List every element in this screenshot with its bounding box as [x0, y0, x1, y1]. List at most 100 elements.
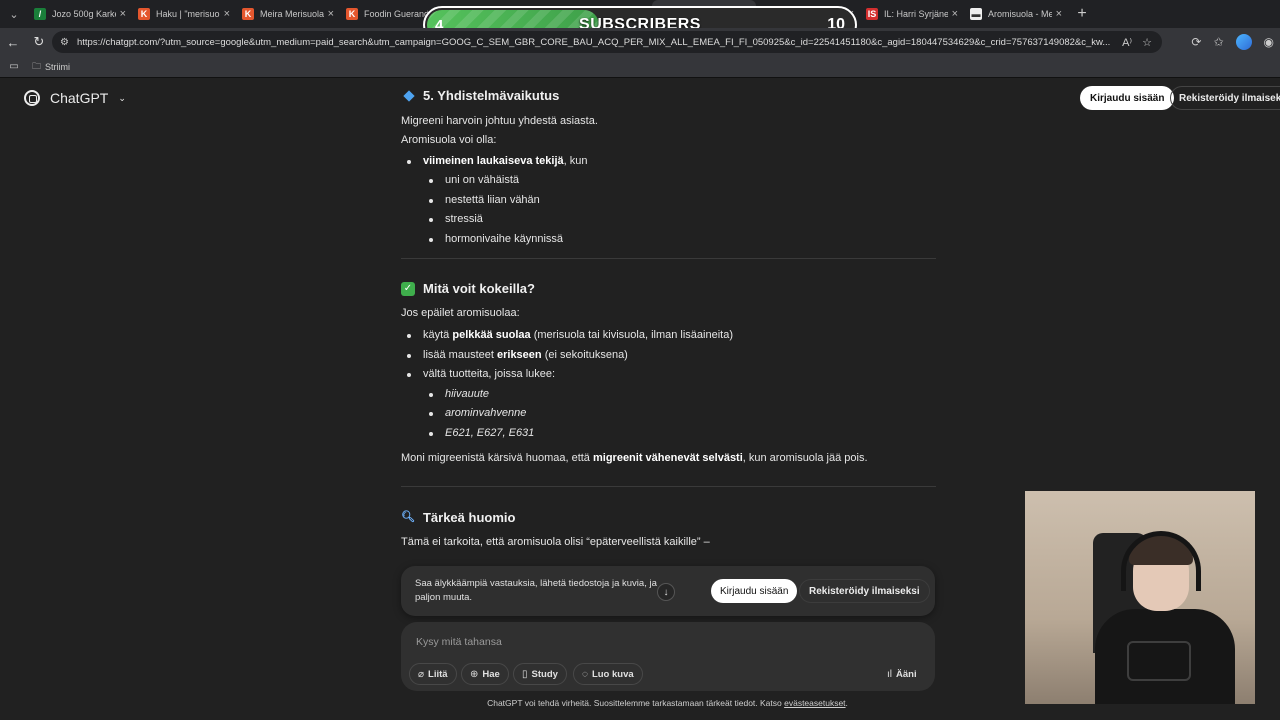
- list-item: viimeinen laukaiseva tekijä, kun: [401, 152, 936, 172]
- bold-text: pelkkää suolaa: [452, 329, 531, 341]
- browser-tab[interactable]: / Jozo 500g Karkea ×: [28, 0, 132, 28]
- shirt-print: [1127, 641, 1191, 681]
- browser-tab[interactable]: IS IL: Harri Syrjänen ×: [860, 0, 964, 28]
- reload-icon[interactable]: ↻: [26, 34, 52, 50]
- check-mark-icon: ✓: [401, 281, 415, 296]
- section-title: Tärkeä huomio: [422, 509, 516, 525]
- voice-label: Ääni: [896, 668, 917, 680]
- tab-title: Jozo 500g Karkea: [52, 9, 116, 19]
- tab-title: IL: Harri Syrjänen: [884, 9, 948, 19]
- paragraph: Aromisuola voi olla:: [401, 134, 497, 146]
- section-heading: 🔍︎ Tärkeä huomio: [401, 508, 936, 528]
- attach-button[interactable]: ⌀ Liitä: [409, 663, 457, 685]
- address-bar-row: ← ↻ ⚙ https://chatgpt.com/?utm_source=go…: [0, 28, 1280, 56]
- tab-favicon-icon: K: [138, 8, 150, 20]
- text: käytä: [423, 329, 453, 341]
- section-title: Mitä voit kokeilla?: [423, 281, 535, 296]
- blue-diamond-icon: [403, 90, 415, 102]
- tab-favicon-icon: /: [34, 8, 46, 20]
- study-label: Study: [531, 668, 558, 680]
- sub-list-item: E621, E627, E631: [401, 424, 936, 444]
- paragraph: Tämä ei tarkoita, että aromisuola olisi …: [401, 536, 710, 548]
- composer[interactable]: Kysy mitä tahansa ⌀ Liitä ⊕ Hae ▯ Study ◌ Lu…: [401, 622, 935, 691]
- study-button[interactable]: ▯ Study: [513, 663, 567, 685]
- extensions-icon[interactable]: ⟳: [1191, 35, 1201, 49]
- tab-close-icon[interactable]: ×: [120, 8, 126, 20]
- signup-nudge: Saa älykkäämpiä vastauksia, lähetä tiedo…: [401, 566, 935, 616]
- image-icon: ◌: [582, 668, 588, 680]
- globe-icon: ⊕: [470, 668, 479, 680]
- browser-tab[interactable]: K Meira Merisuola 5 ×: [236, 0, 340, 28]
- profile-avatar[interactable]: [1235, 34, 1252, 50]
- text: lisää mausteet: [423, 348, 497, 361]
- disclaimer-text: ChatGPT voi tehdä virheitä. Suosittelemm…: [487, 698, 785, 708]
- paragraph: Moni migreenistä kärsivä huomaa, että mi…: [401, 449, 936, 469]
- bold-text: erikseen: [496, 348, 542, 361]
- text: (merisuola tai kivisuola, ilman lisäaine…: [530, 329, 733, 341]
- section-heading: 5. Yhdistelmävaikutus: [401, 86, 936, 106]
- model-selector[interactable]: ChatGPT ⌄: [24, 90, 126, 106]
- register-button[interactable]: Rekisteröidy ilmaiseksi: [1170, 86, 1280, 110]
- prompt-input[interactable]: Kysy mitä tahansa: [416, 636, 502, 648]
- chevron-down-icon: ⌄: [118, 92, 126, 103]
- url-text[interactable]: https://chatgpt.com/?utm_source=google&u…: [77, 37, 1122, 48]
- browser-tab[interactable]: K Haku | "merisuola ×: [132, 0, 236, 28]
- tab-search-icon[interactable]: ⌄: [0, 0, 28, 28]
- search-label: Hae: [482, 668, 500, 680]
- attach-label: Liitä: [428, 668, 448, 680]
- tab-favicon-icon: IS: [866, 8, 878, 20]
- voice-button[interactable]: ıl Ääni: [879, 663, 925, 685]
- image-label: Luo kuva: [591, 668, 634, 680]
- text: Moni migreenistä kärsivä huomaa, että: [401, 452, 593, 464]
- site-info-icon[interactable]: ⚙: [60, 37, 69, 48]
- openai-logo-icon: [24, 90, 40, 106]
- tab-close-icon[interactable]: ×: [1056, 8, 1062, 20]
- nudge-text: Saa älykkäämpiä vastauksia, lähetä tiedo…: [415, 578, 657, 603]
- text: , kun aromisuola jää pois.: [742, 452, 868, 464]
- new-tab-button[interactable]: +: [1068, 5, 1096, 23]
- sub-list-item: uni on vähäistä: [401, 171, 936, 191]
- tab-favicon-icon: K: [242, 8, 254, 20]
- scroll-down-icon[interactable]: ↓: [657, 583, 675, 601]
- bookmark-star-icon[interactable]: ☆: [1142, 36, 1152, 49]
- text: , kun: [563, 154, 588, 167]
- bold-text: viimeinen laukaiseva tekijä: [423, 154, 564, 167]
- tab-actions-icon[interactable]: ▭: [0, 61, 28, 72]
- address-bar[interactable]: ⚙ https://chatgpt.com/?utm_source=google…: [52, 31, 1162, 53]
- cookie-settings-link[interactable]: evästeasetukset: [784, 698, 845, 708]
- tab-close-icon[interactable]: ×: [952, 8, 958, 20]
- nudge-register-button[interactable]: Rekisteröidy ilmaiseksi: [799, 579, 930, 603]
- back-arrow-icon[interactable]: ←: [0, 35, 26, 50]
- bold-text: migreenit vähenevät selvästi: [592, 452, 743, 464]
- bookmark-folder-label: Striimi: [45, 61, 71, 72]
- sub-list-item: hiivauute: [401, 385, 936, 405]
- section-heading: ✓ Mitä voit kokeilla?: [401, 279, 936, 299]
- copilot-icon[interactable]: ◉: [1264, 35, 1274, 49]
- text: vältä tuotteita, joissa lukee:: [423, 368, 556, 380]
- tab-title: Foodin Guerand: [364, 9, 428, 19]
- tab-close-icon[interactable]: ×: [328, 8, 334, 20]
- favorites-icon[interactable]: ✩: [1213, 35, 1223, 49]
- tab-title: Meira Merisuola 5: [260, 9, 324, 19]
- divider: [401, 485, 936, 487]
- book-icon: ▯: [522, 668, 528, 680]
- browser-tab[interactable]: ▬ Aromisuola - Mei ×: [964, 0, 1068, 28]
- magnifier-icon: 🔍︎: [401, 510, 415, 523]
- disclaimer-end: .: [845, 698, 848, 708]
- webcam-overlay: [1025, 491, 1255, 704]
- login-button[interactable]: Kirjaudu sisään: [1080, 86, 1175, 110]
- paragraph: Migreeni harvoin johtuu yhdestä asiasta.: [401, 114, 598, 127]
- tab-favicon-icon: ▬: [970, 8, 982, 20]
- sub-list-item: arominvahvenne: [401, 404, 936, 424]
- bookmark-folder[interactable]: 🗀 Striimi: [32, 59, 70, 75]
- create-image-button[interactable]: ◌ Luo kuva: [573, 663, 643, 685]
- folder-icon: 🗀: [32, 60, 42, 71]
- read-aloud-icon[interactable]: A⁾: [1122, 36, 1132, 49]
- sub-list-item: stressiä: [401, 210, 936, 230]
- search-button[interactable]: ⊕ Hae: [461, 663, 509, 685]
- nudge-login-button[interactable]: Kirjaudu sisään: [711, 579, 798, 603]
- tab-close-icon[interactable]: ×: [224, 8, 230, 20]
- assistant-message: 5. Yhdistelmävaikutus Migreeni harvoin j…: [401, 86, 936, 553]
- tab-title: Aromisuola - Mei: [988, 9, 1052, 19]
- tab-title: Haku | "merisuola: [156, 9, 220, 19]
